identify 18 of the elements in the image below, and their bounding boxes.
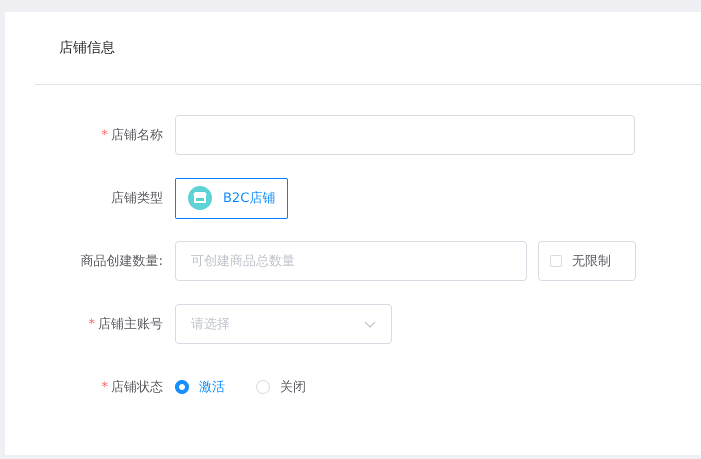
chevron-down-icon <box>364 320 376 328</box>
required-mark: * <box>102 380 108 394</box>
required-mark: * <box>102 128 108 142</box>
input-field[interactable]: 可创建商品总数量 <box>175 241 527 281</box>
select-field[interactable]: 请选择 <box>175 304 392 344</box>
section-title: 店铺信息 <box>59 39 115 57</box>
radio-option[interactable]: 关闭 <box>256 378 306 396</box>
field-label: 店铺名称 <box>111 127 163 144</box>
field-label: 店铺状态 <box>111 379 163 396</box>
required-mark: * <box>88 316 95 332</box>
store-icon <box>188 186 212 210</box>
field-label: 店铺主账号 <box>98 316 163 333</box>
field-label: 商品创建数量: <box>80 253 163 270</box>
unlimited-checkbox[interactable]: 无限制 <box>538 241 636 281</box>
radio-option[interactable]: 激活 <box>175 378 225 396</box>
field-label: 店铺类型 <box>111 190 163 207</box>
input-field[interactable] <box>175 115 635 155</box>
store-type-option[interactable]: B2C店铺 <box>175 178 288 218</box>
